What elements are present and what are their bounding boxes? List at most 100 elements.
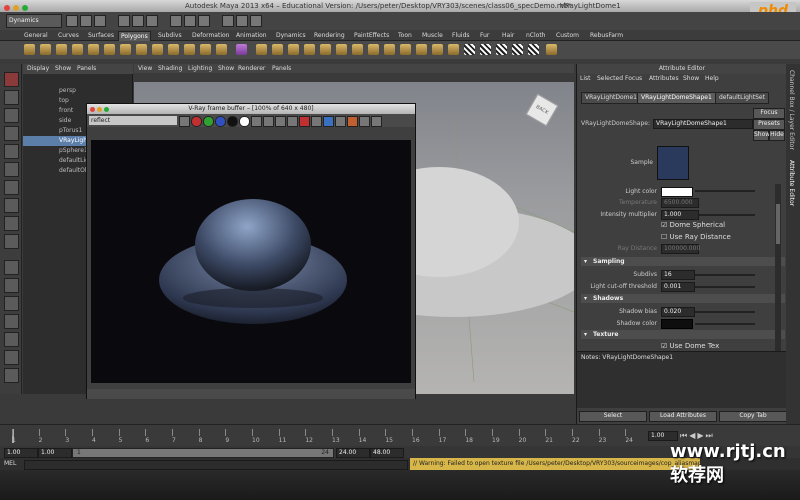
append-icon[interactable] <box>400 44 411 55</box>
merge-icon[interactable] <box>336 44 347 55</box>
show-button[interactable]: Show <box>753 130 770 141</box>
open-scene-icon[interactable] <box>80 15 92 27</box>
zoom-icon[interactable] <box>22 5 28 11</box>
vfb-zoom-icon[interactable] <box>103 107 109 112</box>
bridge-icon[interactable] <box>272 44 283 55</box>
shadows-section[interactable]: Shadows <box>581 294 785 303</box>
viewport-menu-panels[interactable]: Panels <box>272 64 291 73</box>
separate-icon[interactable] <box>216 44 227 55</box>
vfb-settings-icon[interactable] <box>371 116 382 127</box>
attr-menu-show[interactable]: Show <box>683 74 699 84</box>
subdivs-slider[interactable] <box>695 274 755 276</box>
presets-button[interactable]: Presets <box>753 119 785 130</box>
vfb-lens-icon[interactable] <box>335 116 346 127</box>
viewport-menu-lighting[interactable]: Lighting <box>188 64 212 73</box>
tab-ncloth[interactable]: nCloth <box>524 31 548 40</box>
attr-menu-list[interactable]: List <box>580 74 591 84</box>
viewport-menu-shading[interactable]: Shading <box>158 64 182 73</box>
tab-toon[interactable]: Toon <box>396 31 414 40</box>
tab-fluids[interactable]: Fluids <box>450 31 472 40</box>
bool-difference-icon[interactable] <box>320 44 331 55</box>
copy-tab-button[interactable]: Copy Tab <box>719 411 787 422</box>
viewport-menu-show[interactable]: Show <box>218 64 234 73</box>
layout-hypershade-icon[interactable] <box>4 350 19 365</box>
select-object-icon[interactable] <box>132 15 144 27</box>
new-scene-icon[interactable] <box>66 15 78 27</box>
bool-union-icon[interactable] <box>304 44 315 55</box>
vfb-target-icon[interactable] <box>323 116 334 127</box>
split-icon[interactable] <box>368 44 379 55</box>
focus-button[interactable]: Focus <box>753 108 785 119</box>
offset-icon[interactable] <box>416 44 427 55</box>
tab-painteffects[interactable]: PaintEffects <box>352 31 391 40</box>
poly-cube-icon[interactable] <box>40 44 51 55</box>
spherical-map-icon[interactable] <box>512 44 523 55</box>
attr-tab-defaultlightset[interactable]: defaultLightSet <box>715 92 769 104</box>
fill-hole-icon[interactable] <box>352 44 363 55</box>
poly-sphere-icon[interactable] <box>24 44 35 55</box>
tab-subdivs[interactable]: Subdivs <box>156 31 184 40</box>
tab-curves[interactable]: Curves <box>56 31 81 40</box>
cutoff-slider[interactable] <box>695 286 755 288</box>
tab-hair[interactable]: Hair <box>500 31 516 40</box>
attr-menu-attributes[interactable]: Attributes <box>649 74 679 84</box>
render-icon[interactable] <box>222 15 234 27</box>
attr-menu-selected[interactable]: Selected <box>597 74 623 84</box>
select-hierarchy-icon[interactable] <box>118 15 130 27</box>
attr-menu-help[interactable]: Help <box>705 74 719 84</box>
poly-pipe-icon[interactable] <box>152 44 163 55</box>
save-scene-icon[interactable] <box>94 15 106 27</box>
ray-distance-field[interactable]: 100000.000 <box>661 244 700 254</box>
lasso-tool-icon[interactable] <box>4 90 19 105</box>
dome-spherical-checkbox[interactable]: ☑ Dome Spherical <box>661 221 725 229</box>
rotate-tool-icon[interactable] <box>4 144 19 159</box>
tab-dynamics[interactable]: Dynamics <box>274 31 308 40</box>
vfb-mono-icon[interactable] <box>239 116 250 127</box>
vfb-track-mouse-icon[interactable] <box>275 116 286 127</box>
cylindrical-map-icon[interactable] <box>496 44 507 55</box>
shadow-color-swatch[interactable] <box>661 319 693 329</box>
layout-graph-icon[interactable] <box>4 332 19 347</box>
manipulator-icon[interactable] <box>4 180 19 195</box>
vfb-red-channel-icon[interactable] <box>191 116 202 127</box>
load-attributes-button[interactable]: Load Attributes <box>649 411 717 422</box>
minimize-icon[interactable] <box>13 5 19 11</box>
start-range-field[interactable]: 1.00 <box>38 448 72 458</box>
snap-point-icon[interactable] <box>198 15 210 27</box>
planar-map-icon[interactable] <box>480 44 491 55</box>
duplicate-face-icon[interactable] <box>448 44 459 55</box>
snap-curve-icon[interactable] <box>184 15 196 27</box>
checker-uv-icon[interactable] <box>464 44 475 55</box>
intensity-slider[interactable] <box>699 214 755 216</box>
outliner-menu-show[interactable]: Show <box>55 64 71 74</box>
tab-muscle[interactable]: Muscle <box>420 31 445 40</box>
light-color-slider[interactable] <box>695 190 755 192</box>
viewport-menu-view[interactable]: View <box>138 64 152 73</box>
bevel-icon[interactable] <box>288 44 299 55</box>
vfb-copy-icon[interactable] <box>251 116 262 127</box>
end-time-field[interactable]: 48.00 <box>370 448 404 458</box>
tab-custom[interactable]: Custom <box>554 31 581 40</box>
tab-animation[interactable]: Animation <box>234 31 269 40</box>
viewport-menu-renderer[interactable]: Renderer <box>238 64 265 73</box>
combine-icon[interactable] <box>200 44 211 55</box>
vfb-stop-icon[interactable] <box>299 116 310 127</box>
paint-select-icon[interactable] <box>4 108 19 123</box>
vfb-history-icon[interactable] <box>359 116 370 127</box>
vfb-green-channel-icon[interactable] <box>203 116 214 127</box>
cutoff-field[interactable]: 0.001 <box>661 282 695 292</box>
poly-prism-icon[interactable] <box>120 44 131 55</box>
outliner-menu-panels[interactable]: Panels <box>77 64 96 74</box>
sampling-section[interactable]: Sampling <box>581 257 785 266</box>
select-tool-icon[interactable] <box>4 72 19 87</box>
vfb-minimize-icon[interactable] <box>96 107 102 112</box>
poly-cylinder-icon[interactable] <box>56 44 67 55</box>
close-icon[interactable] <box>4 5 10 11</box>
vfb-blue-channel-icon[interactable] <box>215 116 226 127</box>
extrude-icon[interactable] <box>256 44 267 55</box>
side-tab-channel-box[interactable]: Channel Box / Layer Editor <box>788 70 795 150</box>
range-bar[interactable]: 1 24 <box>72 448 334 458</box>
vfb-clear-icon[interactable] <box>263 116 274 127</box>
poly-soccer-icon[interactable] <box>184 44 195 55</box>
poly-helix-icon[interactable] <box>168 44 179 55</box>
